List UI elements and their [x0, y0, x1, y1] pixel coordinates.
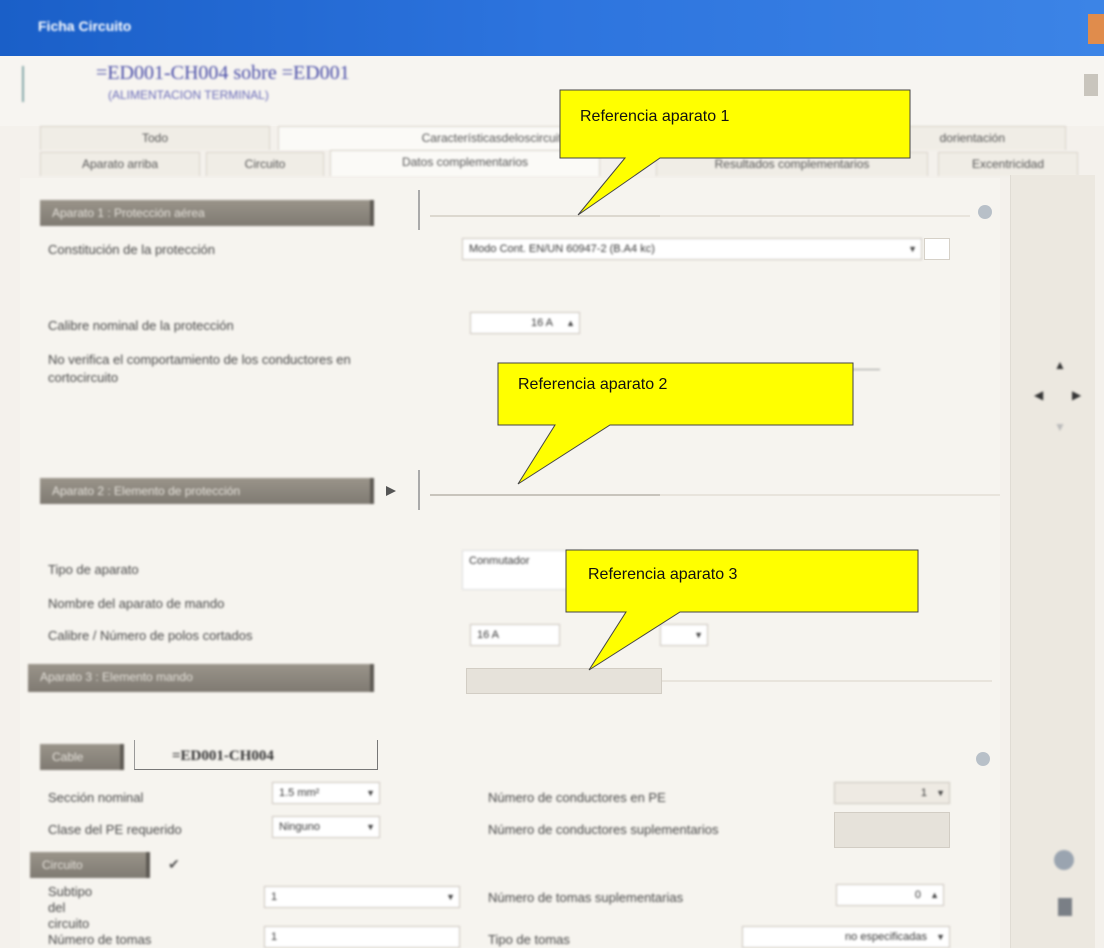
collapse-icon-2[interactable]: [976, 752, 990, 766]
numero-tomas2-combo[interactable]: 1: [264, 926, 460, 948]
stepper-icon: ▲: [566, 318, 575, 328]
tab-resultados-complementarios[interactable]: Resultados complementarios: [656, 152, 928, 176]
section-3-rule-right: [662, 680, 992, 682]
cable-frame: [134, 740, 378, 770]
checkbox-verifica[interactable]: [780, 356, 880, 370]
circuit-path: =ED001-CH004 sobre =ED001: [96, 62, 350, 84]
numero-sup-field: [834, 812, 950, 848]
numero-tomas-combo[interactable]: 0 ▲: [836, 884, 944, 906]
calibre-label: Calibre nominal de la protección: [48, 318, 234, 333]
proteccion-combo[interactable]: Modo Cont. EN/UN 60947-2 (B.A4 kc) ▼: [462, 238, 922, 260]
section-2-line: [418, 470, 420, 510]
tipo-tomas-label: Tipo de tomas: [488, 932, 570, 947]
tipo-combo[interactable]: Conmutador: [462, 550, 582, 590]
tab-circuito[interactable]: Circuito: [206, 152, 324, 176]
callout-3-text: Referencia aparato 3: [588, 566, 738, 583]
print-icon[interactable]: [1058, 898, 1072, 916]
check-icon: ✔: [168, 856, 180, 872]
subtipo-combo[interactable]: 1 ▼: [264, 886, 460, 908]
calibre2-combo[interactable]: 16 A: [470, 624, 560, 646]
numero-pe-label: Número de conductores en PE: [488, 790, 666, 805]
section-1-line: [418, 190, 420, 230]
arrow-icon: [22, 66, 40, 102]
tipo-label: Tipo de aparato: [48, 562, 139, 577]
calibre-combo[interactable]: 16 A ▲: [470, 312, 580, 334]
section-cable[interactable]: Cable: [40, 744, 124, 770]
title-bar: Ficha Circuito: [0, 0, 1104, 56]
move-icon[interactable]: ▲ ◀ ▶ ▼: [1034, 358, 1084, 438]
callout-2-text: Referencia aparato 2: [518, 376, 668, 393]
callout-1-text: Referencia aparato 1: [580, 108, 730, 125]
numero-pe-combo[interactable]: 1 ▼: [834, 782, 950, 804]
chevron-down-icon: ▼: [694, 630, 703, 640]
tab-orientacion[interactable]: dorientación: [726, 126, 1066, 150]
nombre-label: Nombre del aparato de mando: [48, 596, 225, 611]
side-toolbar: [1010, 175, 1095, 948]
chevron-down-icon: ▼: [366, 822, 375, 832]
section-aparato-2[interactable]: Aparato 2 : Elemento de protección: [40, 478, 374, 504]
seccion-label: Sección nominal: [48, 790, 144, 805]
tab-datos-complementarios[interactable]: Datos complementarios: [330, 150, 600, 176]
verifica-label-1: No verifica el comportamiento de los con…: [48, 352, 351, 367]
close-button[interactable]: [1088, 14, 1104, 44]
clase-label: Clase del PE requerido: [48, 822, 182, 837]
section-1-rule: [430, 215, 660, 217]
numero-tomas2-label: Número de tomas: [48, 932, 152, 947]
section-circuito[interactable]: Circuito: [30, 852, 150, 878]
tab-aparato-arriba[interactable]: Aparato arriba: [40, 152, 200, 176]
clase-combo[interactable]: Ninguno ▼: [272, 816, 380, 838]
section-3-field: [466, 668, 662, 694]
stepper-icon: ▲: [930, 890, 939, 900]
section-aparato-3[interactable]: Aparato 3 : Elemento mando: [28, 664, 374, 692]
seccion-combo[interactable]: 1.5 mm² ▼: [272, 782, 380, 804]
window-title: Ficha Circuito: [38, 18, 132, 34]
circuit-subtitle: (ALIMENTACION TERMINAL): [108, 88, 269, 102]
collapse-icon[interactable]: [978, 205, 992, 219]
tab-caracteristicas[interactable]: Característicasdeloscircuitos: [278, 126, 718, 150]
subtipo-label: Subtipo del circuito: [48, 884, 93, 931]
tab-todo[interactable]: Todo: [40, 126, 270, 150]
section-1-rule-right: [660, 215, 970, 217]
globe-icon[interactable]: [1054, 850, 1074, 870]
numero-tomas-label: Número de tomas suplementarias: [488, 890, 684, 905]
proteccion-label: Constitución de la protección: [48, 242, 215, 257]
chevron-down-icon: ▼: [908, 244, 917, 254]
scroll-icon[interactable]: [1084, 74, 1098, 96]
proteccion-extra[interactable]: [924, 238, 950, 260]
verifica-label-2: cortocircuito: [48, 370, 119, 385]
chevron-down-icon: ▼: [936, 932, 945, 942]
section-2-rule: [430, 494, 660, 496]
polos-combo[interactable]: ▼: [660, 624, 708, 646]
tipo-tomas-combo[interactable]: no especificadas ▼: [742, 926, 950, 948]
section-2-rule-right: [660, 494, 1000, 496]
header: =ED001-CH004 sobre =ED001 (ALIMENTACION …: [0, 56, 1104, 126]
chevron-down-icon: ▼: [936, 788, 945, 798]
section-aparato-1[interactable]: Aparato 1 : Protección aérea: [40, 200, 374, 226]
numero-sup-label: Número de conductores suplementarios: [488, 822, 719, 837]
tab-excentricidad[interactable]: Excentricidad: [938, 152, 1078, 176]
chevron-down-icon: ▼: [446, 892, 455, 902]
chevron-down-icon: ▼: [366, 788, 375, 798]
calibre2-label: Calibre / Número de polos cortados: [48, 628, 253, 643]
